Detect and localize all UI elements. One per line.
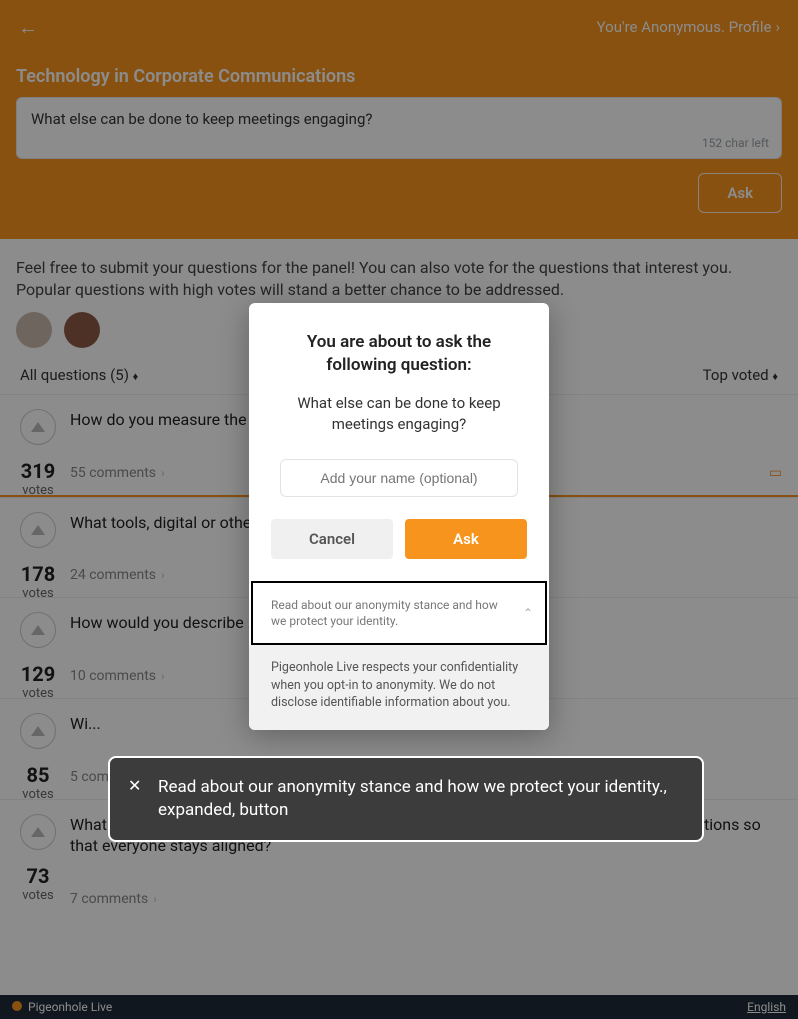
anonymity-body-text: Pigeonhole Live respects your confidenti… xyxy=(271,659,527,712)
anonymity-toggle-text: Read about our anonymity stance and how … xyxy=(271,597,515,629)
anonymity-disclosure-toggle[interactable]: Read about our anonymity stance and how … xyxy=(251,581,547,645)
chevron-up-icon: ⌃ xyxy=(523,606,533,620)
ask-question-modal: You are about to ask the following quest… xyxy=(249,303,549,730)
close-icon[interactable]: ✕ xyxy=(128,776,141,795)
modal-title: You are about to ask the following quest… xyxy=(271,331,527,377)
modal-question-preview: What else can be done to keep meetings e… xyxy=(271,393,527,435)
toast-text: Read about our anonymity stance and how … xyxy=(158,776,682,822)
cancel-button[interactable]: Cancel xyxy=(271,519,393,559)
ask-button[interactable]: Ask xyxy=(405,519,527,559)
accessibility-toast: ✕ Read about our anonymity stance and ho… xyxy=(108,756,704,842)
name-input[interactable] xyxy=(280,459,518,497)
anonymity-disclosure-body: Pigeonhole Live respects your confidenti… xyxy=(249,645,549,730)
